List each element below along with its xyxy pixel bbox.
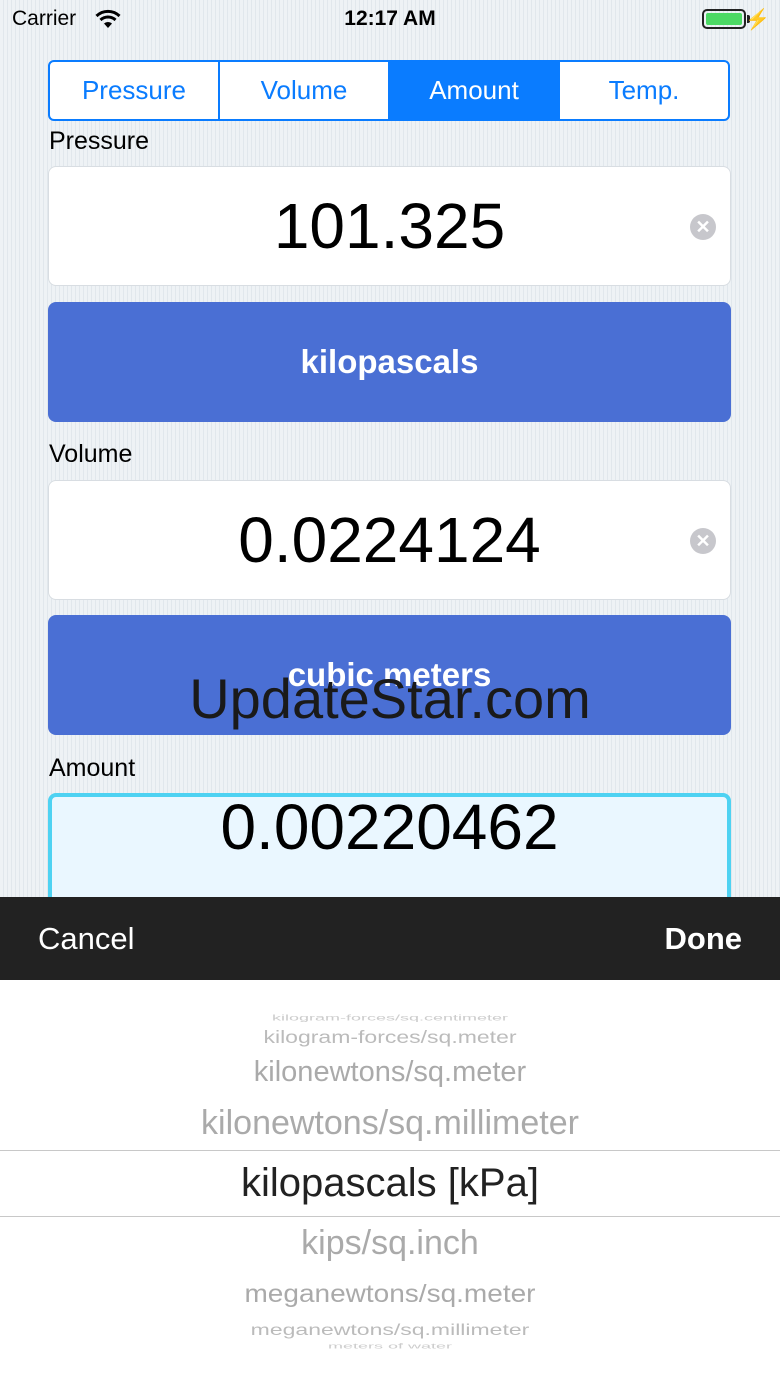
pressure-label: Pressure [49,127,150,155]
clock: 12:17 AM [344,7,436,30]
status-bar: Carrier 12:17 AM ⚡ [0,0,780,40]
tab-temp[interactable]: Temp. [560,62,728,119]
battery-icon [702,9,746,29]
tab-volume[interactable]: Volume [220,62,390,119]
volume-value: 0.0224124 [238,504,541,576]
picker-item[interactable]: meters of water [0,1342,780,1350]
clear-pressure-icon[interactable]: ✕ [690,214,716,240]
selection-bottom-line [0,1216,780,1217]
amount-value: 0.00220462 [220,791,559,863]
volume-input[interactable]: 0.0224124 ✕ [48,480,731,600]
pressure-value: 101.325 [273,190,506,262]
tab-pressure[interactable]: Pressure [50,62,220,119]
picker-item[interactable]: kips/sq.inch [0,1224,780,1263]
picker-item-selected[interactable]: kilopascals [kPa] [0,1161,780,1206]
solve-for-segmented-control: Pressure Volume Amount Temp. [48,60,730,121]
picker-toolbar: Cancel Done [0,897,780,980]
tab-amount[interactable]: Amount [390,62,560,119]
picker-item[interactable]: meganewtons/sq.millimeter [0,1320,780,1339]
pressure-input[interactable]: 101.325 ✕ [48,166,731,286]
selection-top-line [0,1150,780,1151]
cancel-button[interactable]: Cancel [38,921,135,957]
clear-volume-icon[interactable]: ✕ [690,528,716,554]
unit-picker[interactable]: kilogram-forces/sq.centimeter kilogram-f… [0,980,780,1387]
picker-item[interactable]: kilonewtons/sq.millimeter [0,1104,780,1143]
watermark: UpdateStar.com [189,667,591,730]
volume-label: Volume [49,440,133,468]
picker-item[interactable]: meganewtons/sq.meter [0,1280,780,1309]
picker-item[interactable]: kilogram-forces/sq.centimeter [0,1014,780,1023]
charging-icon: ⚡ [745,9,770,31]
pressure-unit-button[interactable]: kilopascals [48,302,731,422]
amount-label: Amount [49,754,136,782]
done-button[interactable]: Done [665,921,743,957]
picker-item[interactable]: kilogram-forces/sq.meter [0,1027,780,1047]
picker-item[interactable]: kilonewtons/sq.meter [0,1056,780,1089]
